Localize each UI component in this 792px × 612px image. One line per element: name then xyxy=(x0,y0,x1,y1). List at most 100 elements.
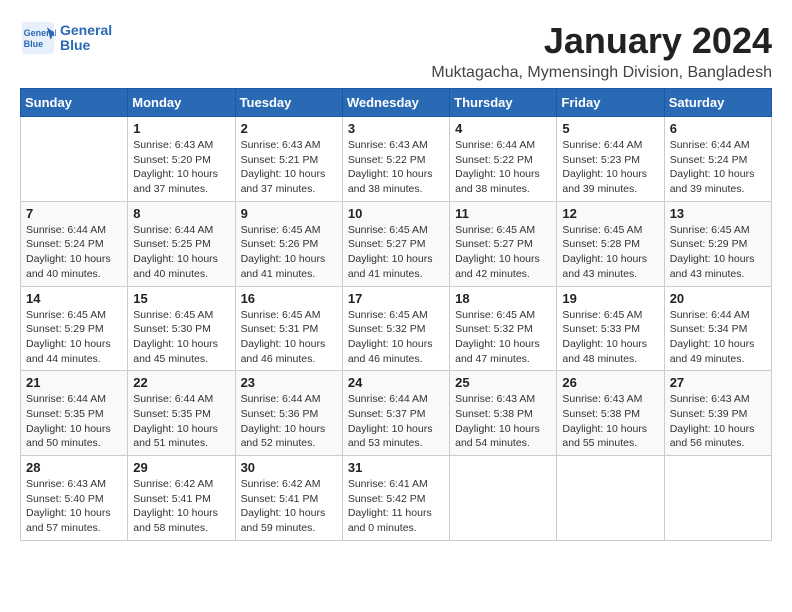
calendar-cell: 13 Sunrise: 6:45 AM Sunset: 5:29 PM Dayli… xyxy=(664,201,771,286)
day-info: Sunrise: 6:45 AM Sunset: 5:27 PM Dayligh… xyxy=(455,223,551,282)
day-info: Sunrise: 6:45 AM Sunset: 5:27 PM Dayligh… xyxy=(348,223,444,282)
day-number: 22 xyxy=(133,375,229,390)
day-info: Sunrise: 6:45 AM Sunset: 5:29 PM Dayligh… xyxy=(26,308,122,367)
day-number: 10 xyxy=(348,206,444,221)
day-number: 1 xyxy=(133,121,229,136)
title-section: January 2024 Muktagacha, Mymensingh Divi… xyxy=(431,20,772,82)
day-info: Sunrise: 6:45 AM Sunset: 5:26 PM Dayligh… xyxy=(241,223,337,282)
calendar-cell: 25 Sunrise: 6:43 AM Sunset: 5:38 PM Dayli… xyxy=(450,371,557,456)
day-number: 14 xyxy=(26,291,122,306)
day-number: 17 xyxy=(348,291,444,306)
day-number: 11 xyxy=(455,206,551,221)
column-header-friday: Friday xyxy=(557,89,664,117)
day-number: 3 xyxy=(348,121,444,136)
logo: General Blue General Blue xyxy=(20,20,112,56)
calendar-cell: 21 Sunrise: 6:44 AM Sunset: 5:35 PM Dayli… xyxy=(21,371,128,456)
calendar-cell: 22 Sunrise: 6:44 AM Sunset: 5:35 PM Dayli… xyxy=(128,371,235,456)
column-header-saturday: Saturday xyxy=(664,89,771,117)
day-info: Sunrise: 6:45 AM Sunset: 5:28 PM Dayligh… xyxy=(562,223,658,282)
day-number: 2 xyxy=(241,121,337,136)
day-info: Sunrise: 6:43 AM Sunset: 5:21 PM Dayligh… xyxy=(241,138,337,197)
day-info: Sunrise: 6:45 AM Sunset: 5:33 PM Dayligh… xyxy=(562,308,658,367)
calendar-title: January 2024 xyxy=(431,20,772,62)
calendar-cell: 3Sunrise: 6:43 AM Sunset: 5:22 PM Daylig… xyxy=(342,117,449,202)
day-number: 15 xyxy=(133,291,229,306)
day-number: 6 xyxy=(670,121,766,136)
day-number: 26 xyxy=(562,375,658,390)
day-info: Sunrise: 6:42 AM Sunset: 5:41 PM Dayligh… xyxy=(133,477,229,536)
logo-blue: Blue xyxy=(60,37,90,53)
day-number: 27 xyxy=(670,375,766,390)
day-number: 24 xyxy=(348,375,444,390)
day-number: 13 xyxy=(670,206,766,221)
calendar-table: SundayMondayTuesdayWednesdayThursdayFrid… xyxy=(20,88,772,541)
header: General Blue General Blue January 2024 M… xyxy=(20,20,772,82)
day-number: 16 xyxy=(241,291,337,306)
week-row-1: 1 Sunrise: 6:43 AM Sunset: 5:20 PM Daylig… xyxy=(21,117,772,202)
calendar-cell xyxy=(557,456,664,541)
day-info: Sunrise: 6:41 AM Sunset: 5:42 PM Dayligh… xyxy=(348,477,444,536)
day-info: Sunrise: 6:44 AM Sunset: 5:35 PM Dayligh… xyxy=(133,392,229,451)
calendar-cell: 10 Sunrise: 6:45 AM Sunset: 5:27 PM Dayli… xyxy=(342,201,449,286)
day-info: Sunrise: 6:45 AM Sunset: 5:30 PM Dayligh… xyxy=(133,308,229,367)
calendar-cell: 24 Sunrise: 6:44 AM Sunset: 5:37 PM Dayli… xyxy=(342,371,449,456)
day-info: Sunrise: 6:44 AM Sunset: 5:25 PM Dayligh… xyxy=(133,223,229,282)
calendar-cell: 2 Sunrise: 6:43 AM Sunset: 5:21 PM Daylig… xyxy=(235,117,342,202)
day-info: Sunrise: 6:44 AM Sunset: 5:22 PM Dayligh… xyxy=(455,138,551,197)
calendar-cell: 29 Sunrise: 6:42 AM Sunset: 5:41 PM Dayli… xyxy=(128,456,235,541)
day-number: 4 xyxy=(455,121,551,136)
calendar-cell: 6 Sunrise: 6:44 AM Sunset: 5:24 PM Daylig… xyxy=(664,117,771,202)
day-info: Sunrise: 6:42 AM Sunset: 5:41 PM Dayligh… xyxy=(241,477,337,536)
calendar-cell: 20Sunrise: 6:44 AM Sunset: 5:34 PM Dayli… xyxy=(664,286,771,371)
logo-general: General xyxy=(60,22,112,38)
calendar-subtitle: Muktagacha, Mymensingh Division, Banglad… xyxy=(431,64,772,82)
calendar-cell: 26 Sunrise: 6:43 AM Sunset: 5:38 PM Dayli… xyxy=(557,371,664,456)
calendar-cell: 5 Sunrise: 6:44 AM Sunset: 5:23 PM Daylig… xyxy=(557,117,664,202)
calendar-cell: 1 Sunrise: 6:43 AM Sunset: 5:20 PM Daylig… xyxy=(128,117,235,202)
column-header-tuesday: Tuesday xyxy=(235,89,342,117)
day-number: 8 xyxy=(133,206,229,221)
day-info: Sunrise: 6:44 AM Sunset: 5:34 PM Dayligh… xyxy=(670,308,766,367)
calendar-cell: 17 Sunrise: 6:45 AM Sunset: 5:32 PM Dayli… xyxy=(342,286,449,371)
day-info: Sunrise: 6:45 AM Sunset: 5:31 PM Dayligh… xyxy=(241,308,337,367)
day-info: Sunrise: 6:45 AM Sunset: 5:32 PM Dayligh… xyxy=(348,308,444,367)
calendar-cell: 9 Sunrise: 6:45 AM Sunset: 5:26 PM Daylig… xyxy=(235,201,342,286)
day-number: 28 xyxy=(26,460,122,475)
calendar-cell: 28Sunrise: 6:43 AM Sunset: 5:40 PM Dayli… xyxy=(21,456,128,541)
day-number: 9 xyxy=(241,206,337,221)
day-info: Sunrise: 6:44 AM Sunset: 5:23 PM Dayligh… xyxy=(562,138,658,197)
calendar-cell xyxy=(21,117,128,202)
day-number: 23 xyxy=(241,375,337,390)
day-info: Sunrise: 6:44 AM Sunset: 5:37 PM Dayligh… xyxy=(348,392,444,451)
day-number: 7 xyxy=(26,206,122,221)
day-number: 30 xyxy=(241,460,337,475)
column-header-sunday: Sunday xyxy=(21,89,128,117)
day-number: 21 xyxy=(26,375,122,390)
day-number: 25 xyxy=(455,375,551,390)
day-info: Sunrise: 6:43 AM Sunset: 5:20 PM Dayligh… xyxy=(133,138,229,197)
page-container: General Blue General Blue January 2024 M… xyxy=(20,20,772,541)
day-info: Sunrise: 6:44 AM Sunset: 5:24 PM Dayligh… xyxy=(670,138,766,197)
calendar-cell xyxy=(664,456,771,541)
day-info: Sunrise: 6:43 AM Sunset: 5:39 PM Dayligh… xyxy=(670,392,766,451)
column-header-wednesday: Wednesday xyxy=(342,89,449,117)
week-row-2: 7Sunrise: 6:44 AM Sunset: 5:24 PM Daylig… xyxy=(21,201,772,286)
day-info: Sunrise: 6:43 AM Sunset: 5:38 PM Dayligh… xyxy=(562,392,658,451)
week-row-4: 21 Sunrise: 6:44 AM Sunset: 5:35 PM Dayli… xyxy=(21,371,772,456)
logo-icon: General Blue xyxy=(20,20,56,56)
day-number: 5 xyxy=(562,121,658,136)
day-number: 29 xyxy=(133,460,229,475)
week-row-5: 28Sunrise: 6:43 AM Sunset: 5:40 PM Dayli… xyxy=(21,456,772,541)
day-info: Sunrise: 6:45 AM Sunset: 5:29 PM Dayligh… xyxy=(670,223,766,282)
column-header-monday: Monday xyxy=(128,89,235,117)
calendar-header-row: SundayMondayTuesdayWednesdayThursdayFrid… xyxy=(21,89,772,117)
day-info: Sunrise: 6:45 AM Sunset: 5:32 PM Dayligh… xyxy=(455,308,551,367)
calendar-cell: 11 Sunrise: 6:45 AM Sunset: 5:27 PM Dayli… xyxy=(450,201,557,286)
calendar-cell: 4 Sunrise: 6:44 AM Sunset: 5:22 PM Daylig… xyxy=(450,117,557,202)
day-info: Sunrise: 6:43 AM Sunset: 5:38 PM Dayligh… xyxy=(455,392,551,451)
day-info: Sunrise: 6:44 AM Sunset: 5:36 PM Dayligh… xyxy=(241,392,337,451)
day-info: Sunrise: 6:44 AM Sunset: 5:35 PM Dayligh… xyxy=(26,392,122,451)
calendar-cell: 12Sunrise: 6:45 AM Sunset: 5:28 PM Dayli… xyxy=(557,201,664,286)
calendar-cell: 19 Sunrise: 6:45 AM Sunset: 5:33 PM Dayli… xyxy=(557,286,664,371)
day-number: 19 xyxy=(562,291,658,306)
